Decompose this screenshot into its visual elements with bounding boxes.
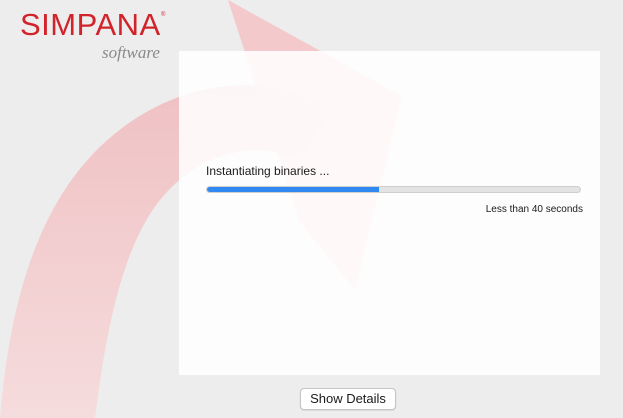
progress-bar <box>206 186 581 193</box>
progress-bar-fill <box>207 187 379 192</box>
time-remaining-text: Less than 40 seconds <box>485 204 583 215</box>
simpana-logo: SIMPANA ® software <box>20 8 170 68</box>
registered-mark: ® <box>161 12 166 18</box>
progress-status-text: Instantiating binaries ... <box>206 164 330 178</box>
logo-wordmark: SIMPANA <box>20 7 161 42</box>
progress-panel: Instantiating binaries ... Less than 40 … <box>179 51 600 375</box>
show-details-button[interactable]: Show Details <box>300 388 396 410</box>
logo-tagline: software <box>102 43 160 62</box>
installer-window: SIMPANA ® software Instantiating binarie… <box>0 0 623 418</box>
